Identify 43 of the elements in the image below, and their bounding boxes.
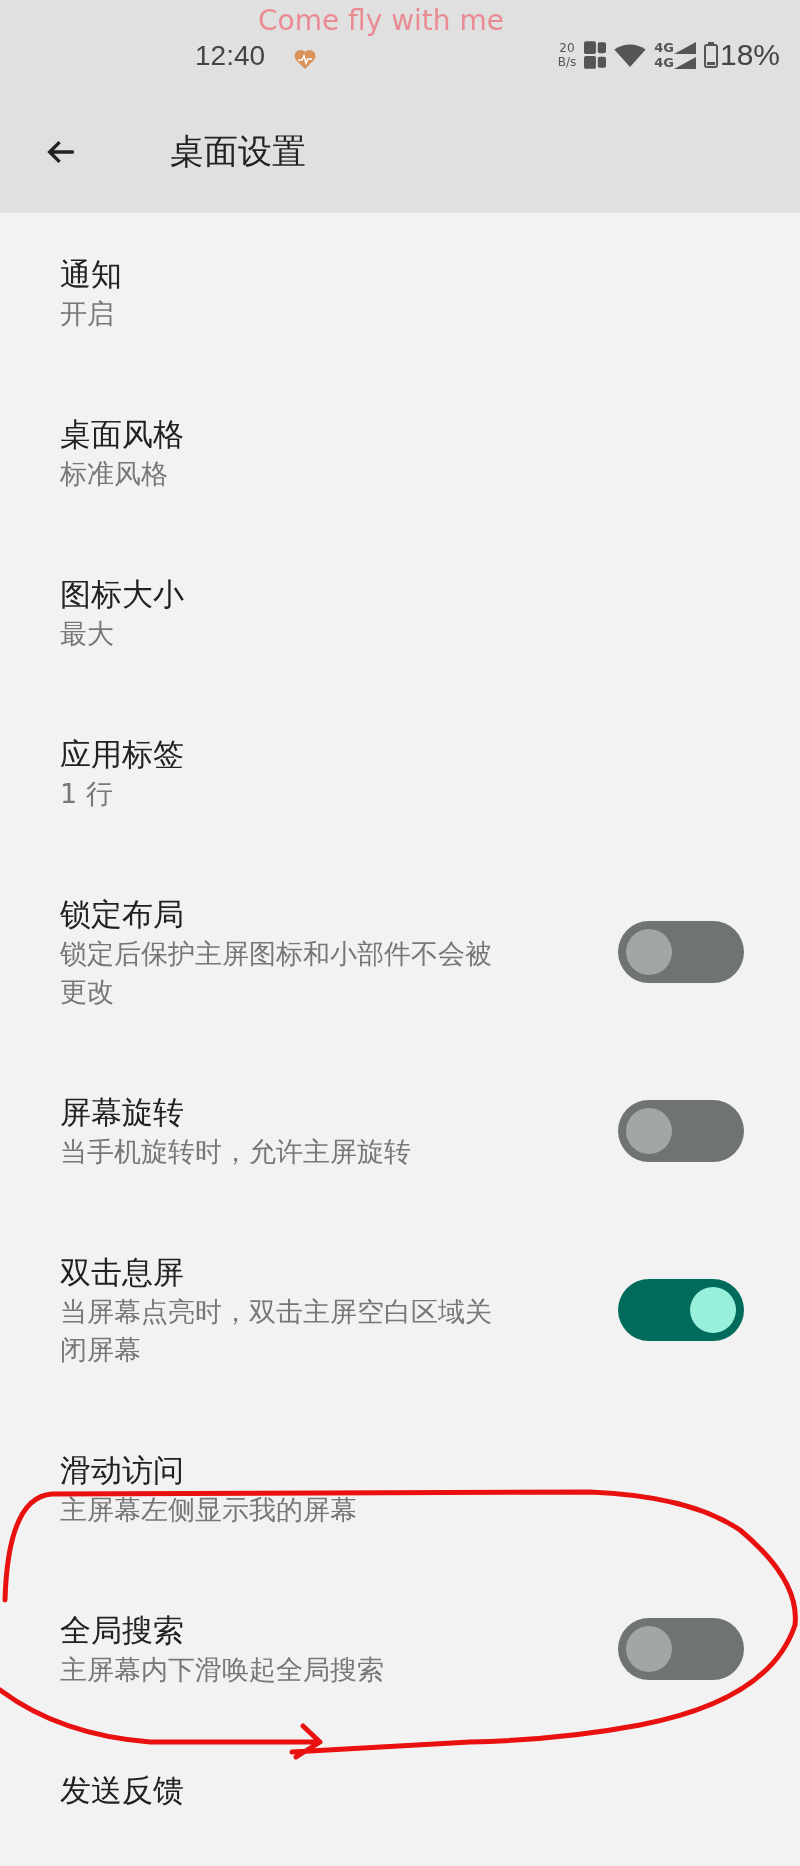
setting-description: 标准风格 — [60, 457, 168, 491]
settings-item[interactable]: 屏幕旋转 当手机旋转时，允许主屏旋转 — [0, 1051, 800, 1211]
clock: 12:40 — [195, 40, 266, 72]
setting-description: 主屏幕内下滑唤起全局搜索 — [60, 1653, 384, 1687]
settings-item[interactable]: 锁定布局 锁定后保护主屏图标和小部件不会被更改 — [0, 853, 800, 1051]
heart-icon — [293, 48, 318, 70]
setting-title: 应用标签 — [60, 735, 184, 774]
setting-title: 发送反馈 — [60, 1771, 184, 1810]
settings-item[interactable]: 双击息屏 当屏幕点亮时，双击主屏空白区域关闭屏幕 — [0, 1211, 800, 1409]
settings-item[interactable]: 图标大小 最大 — [0, 533, 800, 693]
settings-item[interactable]: 应用标签 1 行 — [0, 693, 800, 853]
setting-title: 全局搜索 — [60, 1611, 184, 1650]
signal-icon — [673, 41, 696, 54]
setting-description: 锁定后保护主屏图标和小部件不会被更改 — [60, 937, 493, 1009]
setting-title: 桌面风格 — [60, 415, 184, 454]
settings-item[interactable]: 桌面风格 标准风格 — [0, 373, 800, 533]
network-type: 4G — [654, 55, 674, 70]
setting-title: 图标大小 — [60, 575, 184, 614]
network-type: 4G — [654, 40, 674, 55]
hd-icon — [584, 41, 607, 69]
setting-title: 滑动访问 — [60, 1451, 184, 1490]
setting-title: 锁定布局 — [60, 895, 184, 934]
settings-item[interactable]: 滑动访问 主屏幕左侧显示我的屏幕 — [0, 1409, 800, 1569]
settings-item[interactable]: 通知 开启 — [0, 213, 800, 373]
net-speed: 20 — [559, 41, 575, 55]
signal-icon — [673, 56, 696, 69]
setting-description: 1 行 — [60, 777, 113, 811]
setting-description: 当手机旋转时，允许主屏旋转 — [60, 1135, 411, 1169]
setting-title: 双击息屏 — [60, 1253, 184, 1292]
setting-description: 最大 — [60, 617, 114, 651]
setting-description: 开启 — [60, 297, 114, 331]
page-title: 桌面设置 — [170, 129, 306, 173]
battery-icon — [703, 42, 718, 68]
setting-title: 屏幕旋转 — [60, 1093, 184, 1132]
wifi-icon — [614, 43, 647, 67]
battery-level: 18% — [719, 38, 780, 72]
settings-item[interactable]: 发送反馈 — [0, 1729, 800, 1851]
net-speed-unit: B/s — [557, 55, 577, 69]
setting-title: 通知 — [60, 255, 122, 294]
settings-item[interactable]: 全局搜索 主屏幕内下滑唤起全局搜索 — [0, 1569, 800, 1729]
setting-description: 当屏幕点亮时，双击主屏空白区域关闭屏幕 — [60, 1295, 493, 1367]
setting-description: 主屏幕左侧显示我的屏幕 — [60, 1493, 357, 1527]
status-caption: Come fly with me — [258, 4, 504, 37]
